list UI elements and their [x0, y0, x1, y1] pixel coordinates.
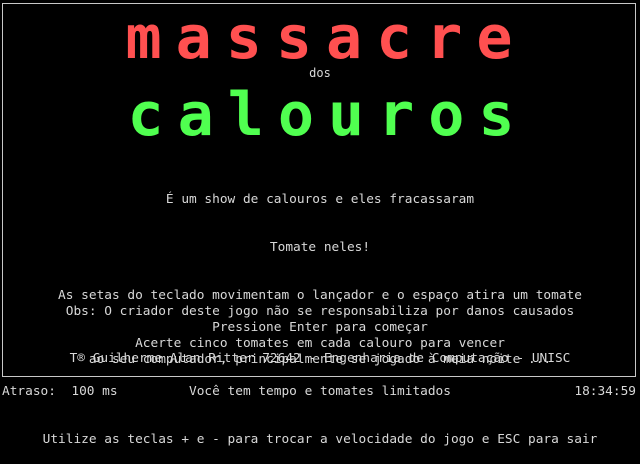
- game-title-massacre: massacre: [125, 3, 527, 73]
- delay-label: Atraso:: [2, 384, 56, 399]
- game-title-calouros: calouros: [127, 80, 529, 150]
- delay-readout: Atraso: 100 ms: [2, 384, 118, 400]
- disclaimer-line: Obs: O criador deste jogo não se respons…: [65, 304, 575, 319]
- game-title-connector: dos: [309, 66, 331, 80]
- start-prompt: Pressione Enter para começar: [212, 320, 428, 335]
- instruction-line: Utilize as teclas + e - para trocar a ve…: [42, 432, 598, 447]
- credit-line: T® Guilherme Alan Ritter 72642 - Engenha…: [69, 351, 571, 366]
- status-bar: Atraso: 100 ms 18:34:59: [0, 384, 640, 400]
- delay-value: 100 ms: [71, 384, 118, 399]
- instruction-line: Tomate neles!: [269, 240, 371, 255]
- clock: 18:34:59: [574, 384, 636, 399]
- instruction-line: É um show de calouros e eles fracassaram: [165, 192, 475, 207]
